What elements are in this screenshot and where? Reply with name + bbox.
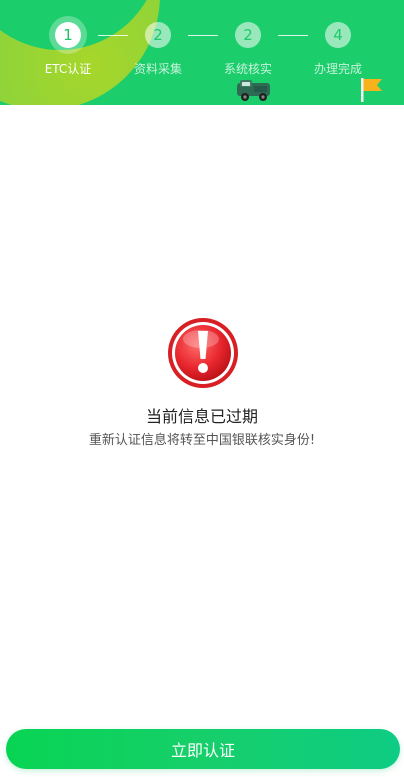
warning-exclamation-icon	[167, 317, 239, 393]
progress-steps: 1 ETC认证 2 资料采集 2 系统核实 4 办理完成	[0, 0, 404, 105]
step-number: 1	[55, 22, 81, 48]
main-content: 当前信息已过期 重新认证信息将转至中国银联核实身份!	[0, 105, 404, 725]
step-label: 系统核实	[223, 62, 272, 76]
progress-header: 1 ETC认证 2 资料采集 2 系统核实 4 办理完成	[0, 0, 404, 105]
step-label: 办理完成	[313, 62, 362, 76]
expired-title: 当前信息已过期	[145, 407, 258, 426]
step-number: 2	[145, 22, 171, 48]
step-system-verify: 2 系统核实	[208, 22, 288, 77]
reauth-subtitle: 重新认证信息将转至中国银联核实身份!	[88, 433, 316, 448]
authenticate-now-button[interactable]: 立即认证	[6, 729, 400, 769]
step-complete: 4 办理完成	[298, 22, 378, 77]
step-label: 资料采集	[133, 62, 182, 76]
flag-icon	[360, 77, 384, 105]
step-label: ETC认证	[44, 62, 92, 76]
step-number: 2	[235, 22, 261, 48]
step-number: 4	[325, 22, 351, 48]
step-etc-auth: 1 ETC认证	[28, 22, 108, 77]
step-data-collection: 2 资料采集	[118, 22, 198, 77]
truck-icon	[236, 80, 272, 105]
